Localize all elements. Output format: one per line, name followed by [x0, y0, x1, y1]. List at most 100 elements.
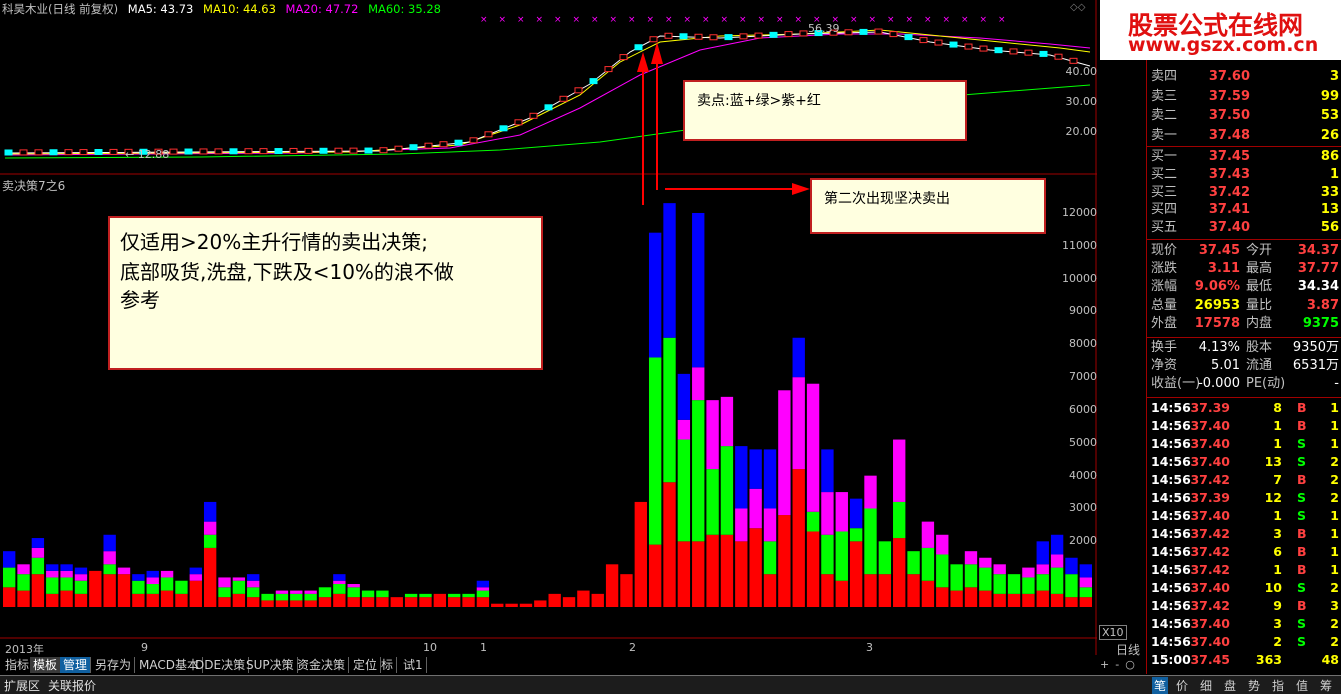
tick-row[interactable]: 14:56 37.40 1 S 1 [1147, 435, 1341, 453]
indicator-bar-green [203, 534, 217, 548]
tab-8[interactable]: 定位 [350, 657, 382, 673]
tick-row[interactable]: 14:56 37.42 9 B 3 [1147, 597, 1341, 615]
tick-row[interactable]: 14:56 37.40 2 S 2 [1147, 633, 1341, 651]
stat-label: 流通 [1246, 358, 1273, 374]
tick-row[interactable]: 15:00 37.45 363 48 [1147, 651, 1341, 669]
stat-label: 外盘 [1151, 315, 1178, 331]
tick-row[interactable]: 14:56 37.42 6 B 1 [1147, 543, 1341, 561]
indicator-bar-green [864, 508, 877, 575]
status-tab-1[interactable]: 价 [1176, 677, 1188, 694]
tab-7[interactable]: 资金决策 [294, 657, 350, 673]
ask-volume: 3 [1329, 69, 1339, 84]
candle [529, 112, 538, 119]
usage-line-3: 参考 [120, 288, 160, 312]
status-tab-4[interactable]: 势 [1248, 677, 1260, 694]
window-diamond-icons[interactable]: ◇◇ [1070, 2, 1085, 13]
status-tab-3[interactable]: 盘 [1224, 677, 1236, 694]
usage-line-1: 仅适用>20%主升行情的卖出决策; [120, 230, 428, 254]
stat-row[interactable]: 外盘 17578 内盘 9375 [1147, 315, 1341, 333]
tick-row[interactable]: 14:56 37.40 1 B 1 [1147, 417, 1341, 435]
signal-mark: × [795, 15, 803, 25]
ask-row[interactable]: 卖一 37.48 26 [1147, 127, 1341, 145]
tick-row[interactable]: 14:56 37.40 13 S 2 [1147, 453, 1341, 471]
stat-row[interactable]: 涨幅 9.06% 最低 34.34 [1147, 278, 1341, 296]
tab-5[interactable]: DDE决策 [192, 657, 250, 673]
tab-10[interactable]: 试1 [400, 657, 427, 673]
stat-row[interactable]: 净资 5.01 流通 6531万 [1147, 357, 1341, 375]
indicator-tick: 3000 [1069, 501, 1097, 515]
tick-row[interactable]: 14:56 37.39 8 B 1 [1147, 399, 1341, 417]
tick-time: 15:00 [1151, 652, 1191, 667]
ask-label: 卖四 [1151, 69, 1178, 84]
tick-row[interactable]: 14:56 37.40 10 S 2 [1147, 579, 1341, 597]
tab-2[interactable]: 管理 [60, 657, 92, 673]
signal-mark: × [721, 15, 729, 25]
zoom-controls[interactable]: +-○ [1100, 658, 1141, 671]
stat-row[interactable]: 换手 4.13% 股本 9350万 [1147, 339, 1341, 357]
candle [244, 148, 253, 155]
tick-price: 37.40 [1190, 616, 1230, 631]
indicator-bar-red [491, 603, 504, 607]
indicator-bar-red [476, 597, 490, 607]
tab-9[interactable]: 标 [378, 657, 398, 673]
tick-count: 2 [1330, 580, 1339, 595]
status-related-quote[interactable]: 关联报价 [48, 677, 96, 694]
tab-6[interactable]: SUP决策 [243, 657, 298, 673]
indicator-bar-magenta [763, 508, 777, 542]
tab-1[interactable]: 模板 [30, 657, 62, 673]
indicator-title[interactable]: 卖决策7之6 [2, 177, 65, 194]
zoom-in-button[interactable]: + [1100, 658, 1115, 671]
bid-row[interactable]: 买五 37.40 56 [1147, 219, 1341, 237]
bid-row[interactable]: 买三 37.42 33 [1147, 184, 1341, 202]
tick-row[interactable]: 14:56 37.42 7 B 2 [1147, 471, 1341, 489]
zoom-out-button[interactable]: - [1115, 658, 1125, 671]
ask-volume: 99 [1320, 88, 1339, 104]
tab-0[interactable]: 指标 [2, 657, 34, 673]
stat-value: 9375 [1302, 315, 1339, 331]
tick-row[interactable]: 14:56 37.42 3 B 1 [1147, 525, 1341, 543]
signal-mark: × [924, 15, 932, 25]
scale-label[interactable]: X10 [1099, 625, 1127, 640]
stat-row[interactable]: 总量 26953 量比 3.87 [1147, 297, 1341, 315]
signal-mark: × [499, 15, 507, 25]
bid-row[interactable]: 买四 37.41 13 [1147, 201, 1341, 219]
tab-3[interactable]: 另存为 [92, 657, 136, 673]
divider [1147, 239, 1341, 240]
stat-row[interactable]: 收益(一) -0.000 PE(动) - [1147, 375, 1341, 393]
bid-row[interactable]: 买二 37.43 1 [1147, 166, 1341, 184]
stock-title[interactable]: 科昊木业(日线 前复权) [2, 2, 118, 16]
stat-row[interactable]: 现价 37.45 今开 34.37 [1147, 242, 1341, 260]
candle [859, 28, 868, 35]
stat-label: 净资 [1151, 358, 1178, 374]
indicator-bar-green [706, 469, 719, 535]
indicator-bar-red [17, 590, 30, 607]
reset-button[interactable]: ○ [1125, 658, 1141, 671]
stat-row[interactable]: 涨跌 3.11 最高 37.77 [1147, 260, 1341, 278]
status-tab-0[interactable]: 笔 [1152, 677, 1169, 694]
indicator-bar-red [821, 574, 834, 607]
bid-row[interactable]: 买一 37.45 86 [1147, 148, 1341, 166]
status-tab-5[interactable]: 指 [1272, 677, 1284, 694]
tick-side: S [1297, 616, 1307, 631]
indicator-bar-blue [735, 446, 748, 509]
status-expand[interactable]: 扩展区 [4, 677, 40, 694]
quote-panel[interactable]: 卖四 37.60 3 卖三 37.59 99 卖二 37.50 53 卖一 37.48 26 买一 37.… [1146, 60, 1341, 674]
indicator-bar-red [735, 541, 748, 607]
signal-mark: × [739, 15, 747, 25]
candle [19, 149, 28, 156]
ask-row[interactable]: 卖四 37.60 3 [1147, 68, 1341, 86]
tick-row[interactable]: 14:56 37.42 1 B 1 [1147, 561, 1341, 579]
tick-row[interactable]: 14:56 37.40 1 S 1 [1147, 507, 1341, 525]
site-logo: 股票公式在线网 www.gszx.com.cn [1100, 0, 1341, 60]
tick-row[interactable]: 14:56 37.39 12 S 2 [1147, 489, 1341, 507]
ask-row[interactable]: 卖三 37.59 99 [1147, 88, 1341, 106]
arrow-right-head [792, 183, 810, 195]
tick-row[interactable]: 14:56 37.40 3 S 2 [1147, 615, 1341, 633]
period-label[interactable]: 日线 [1116, 641, 1140, 658]
status-tab-2[interactable]: 细 [1200, 677, 1212, 694]
status-tab-6[interactable]: 值 [1296, 677, 1308, 694]
ask-row[interactable]: 卖二 37.50 53 [1147, 107, 1341, 125]
indicator-bar-red [878, 574, 892, 607]
candle [904, 34, 913, 41]
status-tab-7[interactable]: 筹 [1320, 677, 1332, 694]
